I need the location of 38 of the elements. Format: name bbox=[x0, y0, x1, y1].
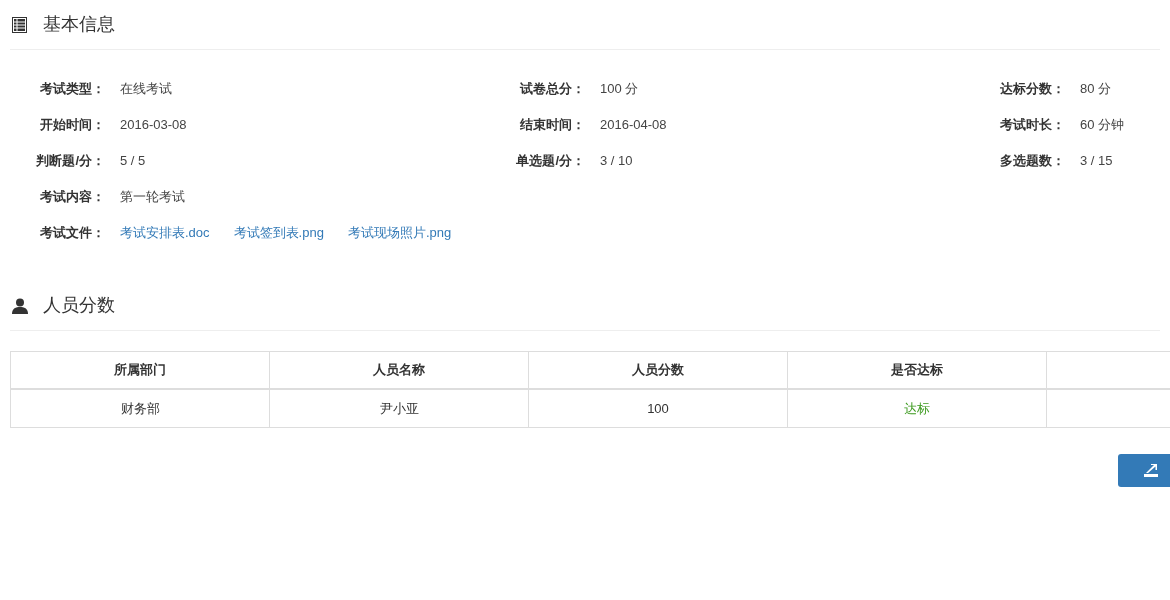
field-value: 100 分 bbox=[600, 80, 639, 99]
column-header: 是否达标 bbox=[788, 352, 1047, 388]
field-label: 开始时间： bbox=[39, 116, 105, 135]
field-value: 80 分 bbox=[1080, 80, 1112, 99]
field-value: 第一轮考试 bbox=[120, 188, 185, 207]
export-button[interactable] bbox=[1118, 454, 1170, 487]
status-cell: 达标 bbox=[788, 390, 1047, 427]
field-value: 在线考试 bbox=[120, 80, 172, 99]
table-cell: 100 bbox=[529, 390, 788, 427]
field-label: 多选题数： bbox=[999, 152, 1065, 171]
list-icon bbox=[12, 16, 27, 33]
column-header: 人员名称 bbox=[270, 352, 529, 388]
column-header: 所属部门 bbox=[11, 352, 270, 388]
field-value: 2016-04-08 bbox=[600, 116, 667, 135]
field-value: 60 分钟 bbox=[1080, 116, 1125, 135]
field-label: 试卷总分： bbox=[518, 80, 585, 99]
field-label: 判断题/分： bbox=[35, 152, 105, 171]
table-cell: 财务部 bbox=[11, 390, 270, 427]
export-icon bbox=[1144, 464, 1158, 477]
field-label: 单选题/分： bbox=[515, 152, 585, 171]
section-title: 人员分数 bbox=[43, 294, 115, 317]
field-value: 2016-03-08 bbox=[120, 116, 187, 135]
file-link[interactable]: 考试现场照片.png bbox=[347, 223, 452, 243]
field-value: 3 / 10 bbox=[600, 152, 633, 171]
file-link[interactable]: 考试签到表.png bbox=[233, 223, 324, 243]
section-title: 基本信息 bbox=[43, 13, 115, 36]
field-label: 考试内容： bbox=[39, 188, 105, 207]
table-cell: 尹小亚 bbox=[270, 390, 529, 427]
column-header: 人员分数 bbox=[529, 352, 788, 388]
field-label: 结束时间： bbox=[519, 116, 585, 135]
field-label: 达标分数： bbox=[999, 80, 1065, 99]
field-label: 考试时长： bbox=[999, 116, 1065, 135]
field-value: 5 / 5 bbox=[120, 152, 146, 171]
field-label: 考试类型： bbox=[39, 80, 105, 99]
field-value: 3 / 15 bbox=[1080, 152, 1113, 171]
field-label: 考试文件： bbox=[39, 224, 105, 243]
file-link[interactable]: 考试安排表.doc bbox=[120, 223, 210, 243]
user-icon bbox=[12, 297, 28, 314]
